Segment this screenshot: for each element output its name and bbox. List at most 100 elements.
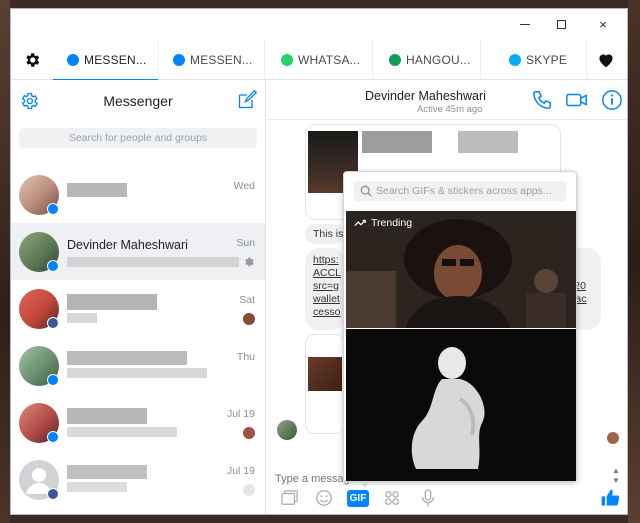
title-bar: × (11, 9, 627, 39)
tab-whatsapp[interactable]: WHATSA... (267, 39, 373, 80)
emoji-button[interactable] (313, 488, 335, 508)
gif-result[interactable] (346, 329, 576, 481)
messenger-icon (67, 53, 79, 66)
image-button[interactable] (279, 488, 301, 508)
sidebar-title: Messenger (103, 93, 173, 109)
redacted-name (67, 351, 187, 365)
compose-icon[interactable] (237, 90, 257, 110)
facebook-badge-icon (47, 317, 59, 329)
redacted-image (458, 131, 518, 153)
heart-icon (599, 53, 613, 67)
link-text[interactable]: cesso (313, 306, 345, 319)
tab-hangouts[interactable]: HANGOU... (375, 39, 481, 80)
voice-button[interactable] (417, 488, 439, 508)
minimize-button[interactable] (507, 9, 543, 39)
close-button[interactable]: × (585, 9, 621, 39)
info-icon[interactable] (601, 89, 623, 111)
images-icon (281, 490, 298, 505)
section-label: Trending (371, 217, 413, 229)
popup-pointer (359, 481, 371, 487)
trending-icon (354, 219, 366, 227)
seen-avatar (607, 432, 619, 444)
tab-label: SKYPE (526, 52, 568, 67)
search-icon (360, 185, 372, 197)
conversation-date: Jul 19 (226, 408, 255, 420)
link-text[interactable]: ACCL (313, 267, 345, 280)
hangouts-icon (389, 53, 401, 66)
redacted-name (67, 465, 147, 479)
desktop-background-left (0, 0, 10, 523)
tab-label: MESSEN... (190, 52, 253, 67)
skype-icon (509, 53, 521, 66)
link-text[interactable]: wallet (313, 293, 345, 306)
conversation-item[interactable]: Jul 19 (11, 394, 265, 451)
desktop-background-right (628, 0, 640, 523)
tab-bar: MESSEN... MESSEN... WHATSA... HANGOU... … (11, 39, 627, 81)
video-call-icon[interactable] (565, 89, 589, 111)
microphone-icon (421, 489, 435, 507)
tab-label: MESSEN... (84, 52, 147, 67)
redacted-snippet (67, 257, 239, 267)
messenger-badge-icon (47, 203, 59, 215)
settings-icon[interactable] (243, 256, 255, 268)
link-text[interactable]: src=g (313, 280, 345, 293)
close-icon: × (599, 16, 607, 32)
smiley-icon (316, 490, 332, 506)
redacted-name (67, 294, 157, 310)
gif-result[interactable]: Trending (346, 211, 576, 328)
seen-avatar (243, 313, 255, 325)
active-status: Active 45m ago (417, 104, 483, 115)
tab-label: WHATSA... (298, 52, 361, 67)
messenger-badge-icon (47, 374, 59, 386)
gif-label: GIF (347, 489, 369, 507)
maximize-icon (556, 19, 566, 29)
stickers-icon (385, 491, 399, 505)
redacted-name (67, 183, 127, 197)
tab-label: HANGOU... (406, 52, 471, 67)
conversation-item-selected[interactable]: Devinder Maheshwari Sun (11, 223, 265, 280)
sidebar-header: Messenger (11, 80, 265, 122)
settings-button[interactable] (11, 39, 53, 80)
tab-messenger-2[interactable]: MESSEN... (159, 39, 265, 80)
gif-button[interactable]: GIF (347, 488, 369, 508)
stickers-button[interactable] (381, 488, 403, 508)
shared-image-card[interactable] (305, 334, 345, 434)
favorites-button[interactable] (585, 39, 627, 80)
thumbs-up-icon (601, 489, 620, 506)
conversation-date: Sun (236, 237, 255, 249)
gif-search-input[interactable]: Search GIFs & stickers across apps... (354, 181, 566, 201)
gif-picker-popup: Search GIFs & stickers across apps... Tr… (343, 171, 577, 482)
messenger-badge-icon (47, 431, 59, 443)
gif-search-placeholder: Search GIFs & stickers across apps... (376, 185, 552, 197)
redacted-image (362, 131, 432, 153)
conversation-item[interactable]: Sat (11, 280, 265, 337)
gear-icon (26, 52, 40, 67)
facebook-badge-icon (47, 488, 59, 500)
redacted-name (67, 408, 147, 424)
redacted-snippet (67, 427, 177, 437)
gif-thumbnail-figure (346, 329, 576, 481)
whatsapp-icon (281, 53, 293, 66)
maximize-button[interactable] (543, 9, 579, 39)
messenger-icon (173, 53, 185, 66)
composer-scrollbar[interactable]: ▲ ▼ (611, 466, 621, 490)
conversation-header: Devinder Maheshwari Active 45m ago (267, 80, 627, 120)
link-message-bubble[interactable]: https: ACCL src=g wallet cesso (305, 248, 345, 330)
conversation-date: Wed (233, 180, 255, 192)
conversation-date: Thu (236, 351, 255, 363)
conversation-item[interactable]: Jul 19 (11, 451, 265, 508)
trending-label: Trending (354, 217, 412, 229)
app-window: × MESSEN... MESSEN... WHATSA... HANGOU..… (10, 8, 628, 515)
messenger-badge-icon (47, 260, 59, 272)
conversation-item[interactable]: Thu (11, 337, 265, 394)
conversation-date: Sat (239, 294, 255, 306)
tab-messenger-1[interactable]: MESSEN... (53, 39, 159, 81)
seen-avatar (243, 484, 255, 496)
phone-icon[interactable] (531, 89, 553, 111)
redacted-snippet (67, 313, 97, 323)
tab-skype[interactable]: SKYPE (481, 39, 587, 80)
link-text[interactable]: https: (313, 254, 345, 267)
like-button[interactable] (599, 488, 621, 508)
conversation-item[interactable]: Wed (11, 166, 265, 223)
people-search-input[interactable]: Search for people and groups (19, 128, 257, 148)
